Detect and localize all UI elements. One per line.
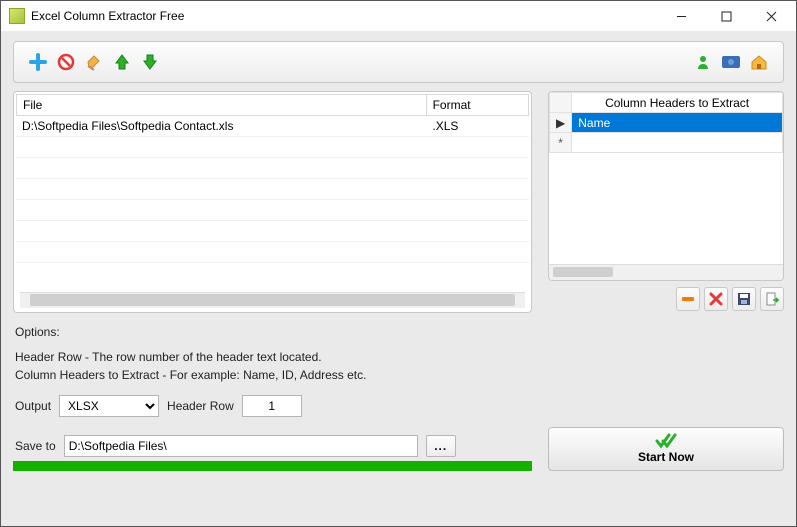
row-marker-new: * <box>550 133 572 153</box>
output-format-select[interactable]: XLSX <box>59 395 159 417</box>
remove-button[interactable] <box>53 49 79 75</box>
header-row-selected[interactable]: ▶ Name <box>550 113 783 133</box>
browse-button[interactable]: ... <box>426 435 456 457</box>
header-row-label: Header Row <box>167 399 234 413</box>
headers-horizontal-scrollbar[interactable] <box>549 264 783 280</box>
save-to-input[interactable] <box>64 435 418 457</box>
clear-button[interactable] <box>81 49 107 75</box>
add-button[interactable] <box>25 49 51 75</box>
file-column-header[interactable]: File <box>17 95 427 116</box>
about-button[interactable] <box>690 49 716 75</box>
row-marker-current: ▶ <box>550 113 572 133</box>
settings-button[interactable] <box>718 49 744 75</box>
grid-corner <box>550 93 572 113</box>
header-row-new[interactable]: * <box>550 133 783 153</box>
maximize-button[interactable] <box>704 2 749 30</box>
column-headers-title[interactable]: Column Headers to Extract <box>572 93 783 113</box>
clear-all-button[interactable] <box>704 287 728 311</box>
header-row-input[interactable] <box>242 395 302 417</box>
options-line1: Header Row - The row number of the heade… <box>15 348 782 367</box>
save-to-label: Save to <box>15 439 56 453</box>
options-text: Options: Header Row - The row number of … <box>13 321 784 385</box>
export-headers-button[interactable] <box>760 287 784 311</box>
options-line2: Column Headers to Extract - For example:… <box>15 366 782 385</box>
window-title: Excel Column Extractor Free <box>31 9 659 23</box>
delete-row-button[interactable] <box>676 287 700 311</box>
progress-bar <box>13 461 532 471</box>
titlebar: Excel Column Extractor Free <box>1 1 796 31</box>
column-headers-panel: Column Headers to Extract ▶ Name * <box>548 91 784 281</box>
file-cell: D:\Softpedia Files\Softpedia Contact.xls <box>16 116 426 137</box>
output-label: Output <box>15 399 51 413</box>
start-button[interactable]: Start Now <box>548 427 784 471</box>
close-button[interactable] <box>749 2 794 30</box>
horizontal-scrollbar[interactable] <box>20 292 525 308</box>
home-button[interactable] <box>746 49 772 75</box>
format-column-header[interactable]: Format <box>426 95 528 116</box>
minimize-button[interactable] <box>659 2 704 30</box>
save-headers-button[interactable] <box>732 287 756 311</box>
move-up-button[interactable] <box>109 49 135 75</box>
start-button-label: Start Now <box>638 450 694 464</box>
app-icon <box>9 8 25 24</box>
header-cell[interactable]: Name <box>572 113 783 133</box>
main-toolbar <box>13 41 784 83</box>
options-label: Options: <box>15 323 782 342</box>
headers-action-bar <box>548 287 784 311</box>
file-list-panel: File Format D:\Softpedia Files\Softpedia… <box>13 91 532 313</box>
table-row[interactable]: D:\Softpedia Files\Softpedia Contact.xls… <box>16 116 529 137</box>
format-cell: .XLS <box>426 116 529 137</box>
move-down-button[interactable] <box>137 49 163 75</box>
